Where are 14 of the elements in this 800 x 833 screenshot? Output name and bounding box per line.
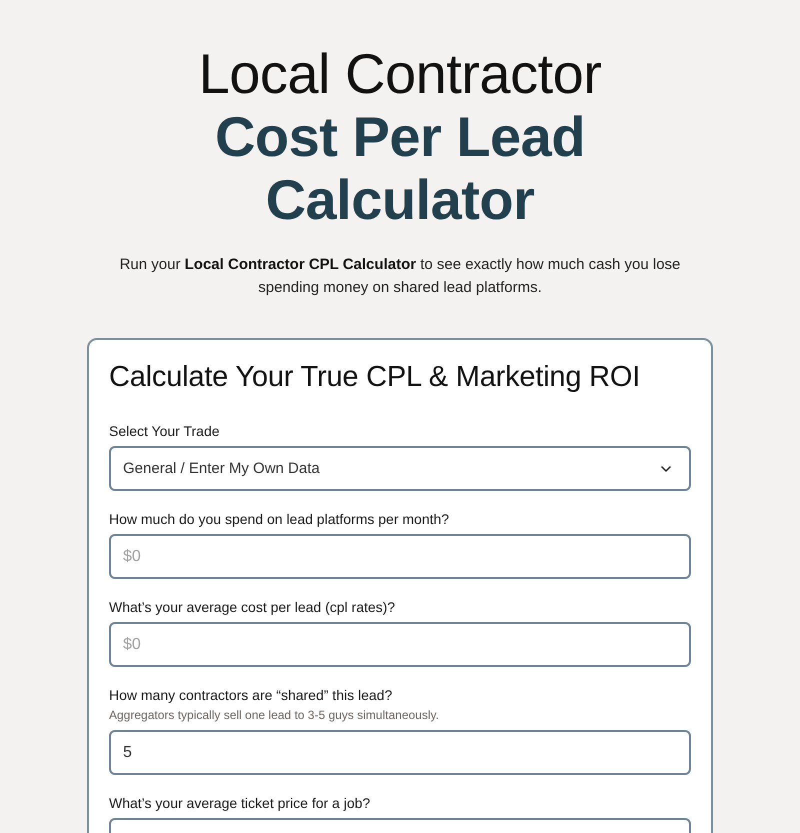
field-label: What’s your average cost per lead (cpl rates)? bbox=[109, 598, 396, 617]
field-hint: Aggregators typically sell one lead to 3-5 guys simultaneously. bbox=[109, 707, 440, 723]
page-subtitle: Run your Local Contractor CPL Calculator to see exactly how much cash you lose spending money on shared lead platforms. bbox=[118, 255, 682, 298]
field-label: How many contractors are “shared” this lead? bbox=[109, 686, 394, 705]
page-title: Local Contractor Cost Per Lead Calculator bbox=[198, 42, 602, 231]
input-field[interactable]: $0 bbox=[109, 534, 691, 579]
field-label: How much do you spend on lead platforms per month? bbox=[109, 510, 450, 529]
field-label: What’s your average ticket price for a job? bbox=[109, 794, 372, 813]
input-field[interactable]: 5 bbox=[109, 730, 691, 775]
chevron-down-icon bbox=[661, 466, 671, 472]
trade-select[interactable]: General / Enter My Own Data bbox=[109, 446, 691, 491]
input-field[interactable]: $0 bbox=[109, 622, 691, 667]
card-heading: Calculate Your True CPL & Marketing ROI bbox=[109, 360, 642, 395]
field-label: Select Your Trade bbox=[109, 422, 221, 441]
